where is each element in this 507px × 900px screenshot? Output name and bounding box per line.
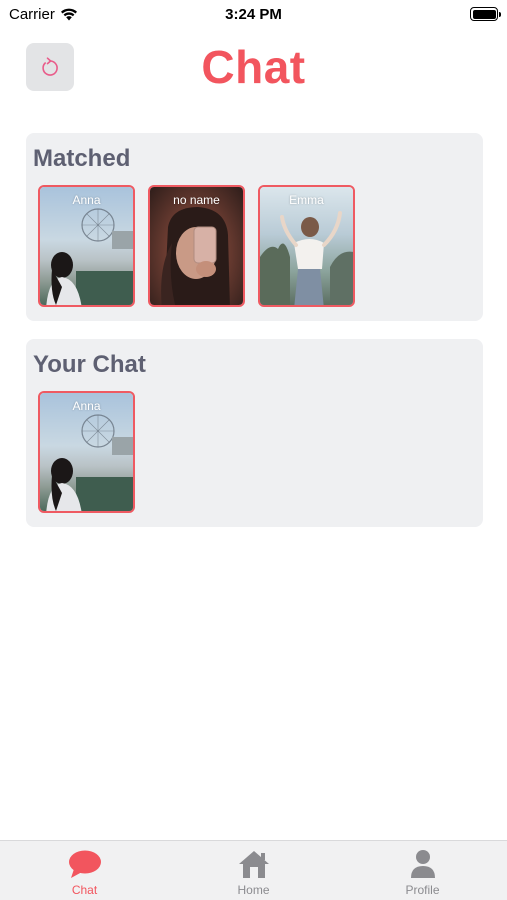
tab-bar: Chat Home Profile: [0, 840, 507, 900]
tab-label: Chat: [71, 883, 98, 897]
card-name: Anna: [72, 193, 101, 207]
tab-label: Profile: [405, 883, 440, 897]
person-icon: [405, 847, 441, 881]
card-name: Anna: [72, 399, 101, 413]
tab-label: Home: [237, 883, 270, 897]
tab-home[interactable]: Home: [169, 841, 338, 900]
tab-chat[interactable]: Chat: [0, 841, 169, 900]
match-card-emma[interactable]: Emma: [258, 185, 355, 307]
status-time: 3:24 PM: [225, 6, 282, 23]
home-icon: [236, 847, 272, 881]
chat-bubble-icon: [67, 847, 103, 881]
battery-icon: [470, 7, 501, 21]
your-chat-section: Your Chat Anna: [26, 339, 483, 527]
matched-section-title: Matched: [33, 145, 131, 172]
card-name: no name: [173, 193, 220, 207]
tab-profile[interactable]: Profile: [338, 841, 507, 900]
page-title: Chat: [201, 41, 306, 93]
match-card-no-name[interactable]: no name: [148, 185, 245, 307]
status-bar: Carrier 3:24 PM: [0, 0, 507, 28]
match-card-anna[interactable]: Anna: [38, 185, 135, 307]
your-chat-section-title: Your Chat: [33, 351, 146, 378]
chat-card-anna[interactable]: Anna: [38, 391, 135, 513]
chat-card-list: Anna: [38, 391, 135, 513]
card-name: Emma: [289, 193, 324, 207]
matched-section: Matched Anna no name Emma: [26, 133, 483, 321]
matched-card-list: Anna no name Emma: [38, 185, 355, 307]
